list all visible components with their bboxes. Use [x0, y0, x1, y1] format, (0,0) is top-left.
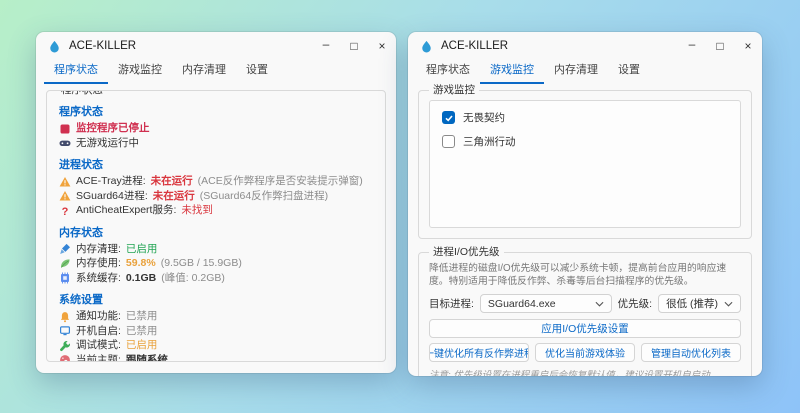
apply-io-priority-button[interactable]: 应用I/O优先级设置: [429, 319, 741, 339]
groupbox-label: 游戏监控: [429, 83, 479, 97]
status-item-sguard: SGuard64进程: 未在运行 (SGuard64反作弊扫盘进程): [59, 190, 373, 204]
io-priority-groupbox: 进程I/O优先级 降低进程的磁盘I/O优先级可以减少系统卡顿，提高前台应用的响应…: [418, 245, 752, 376]
status-item-ace-tray: ACE-Tray进程: 未在运行 (ACE反作弊程序是否安装提示弹窗): [59, 175, 373, 189]
tab-game-monitor[interactable]: 游戏监控: [480, 58, 544, 84]
tab-program-status[interactable]: 程序状态: [416, 58, 480, 84]
status-item-system-cache: 系统缓存: 0.1GB (峰值: 0.2GB): [59, 272, 373, 286]
tab-program-status[interactable]: 程序状态: [44, 58, 108, 84]
status-item-theme: 当前主题: 跟随系统: [59, 354, 373, 361]
status-item-autostart: 开机自启: 已禁用: [59, 325, 373, 339]
io-note: 注意: 优先级设置在进程重启后会恢复默认值，建议设置开机自启动: [429, 370, 710, 376]
game-list[interactable]: 无畏契约 三角洲行动: [429, 100, 741, 228]
groupbox-label: 进程I/O优先级: [429, 245, 504, 259]
chevron-down-icon: [595, 301, 604, 307]
section-heading-program: 程序状态: [59, 106, 103, 118]
section-heading-system-settings: 系统设置: [59, 294, 103, 306]
stop-icon: [59, 123, 71, 135]
status-item-anticheat-service: ? AntiCheatExpert服务: 未找到: [59, 204, 373, 218]
tab-memory-clean[interactable]: 内存清理: [544, 58, 608, 84]
palette-icon: [59, 354, 71, 361]
app-icon: [48, 40, 61, 53]
maximize-button[interactable]: □: [706, 32, 734, 60]
priority-select[interactable]: 很低 (推荐): [658, 294, 741, 314]
left-titlebar[interactable]: ACE-KILLER – □ ×: [36, 32, 396, 60]
right-tabbar: 程序状态 游戏监控 内存清理 设置: [408, 60, 762, 84]
priority-value: 很低 (推荐): [666, 298, 718, 311]
maximize-button[interactable]: □: [340, 32, 368, 60]
status-item-no-game: 无游戏运行中: [59, 137, 373, 151]
leaf-icon: [59, 258, 71, 270]
broom-icon: [59, 243, 71, 255]
chevron-down-icon: [724, 301, 733, 307]
game-monitor-groupbox: 游戏监控 无畏契约 三角洲行动: [418, 83, 752, 239]
tab-settings[interactable]: 设置: [236, 58, 278, 84]
warning-icon: [59, 190, 71, 202]
program-status-groupbox: 程序状态 程序状态 监控程序已停止 无游戏运行中 进程状态 ACE-Tray进程…: [46, 90, 386, 362]
priority-label: 优先级:: [617, 298, 653, 311]
right-titlebar[interactable]: ACE-KILLER – □ ×: [408, 32, 762, 60]
tab-settings[interactable]: 设置: [608, 58, 650, 84]
optimize-current-game-button[interactable]: 优化当前游戏体验: [535, 343, 635, 363]
minimize-button[interactable]: –: [312, 32, 340, 60]
optimize-all-anticheat-button[interactable]: 一键优化所有反作弊进程: [429, 343, 529, 363]
status-item-debug-mode: 调试模式: 已启用: [59, 339, 373, 353]
svg-text:?: ?: [62, 206, 69, 217]
target-process-label: 目标进程:: [429, 298, 474, 311]
left-window: ACE-KILLER – □ × 程序状态 游戏监控 内存清理 设置 程序状态 …: [36, 32, 396, 373]
section-heading-memory: 内存状态: [59, 226, 103, 239]
bell-icon: [59, 311, 71, 323]
checkbox-checked[interactable]: [442, 111, 455, 124]
window-title: ACE-KILLER: [69, 40, 137, 52]
status-item-notifications: 通知功能: 已禁用: [59, 310, 373, 324]
app-icon: [420, 40, 433, 53]
gamepad-icon: [59, 137, 71, 149]
status-item-monitor-stopped: 监控程序已停止: [59, 122, 373, 136]
status-item-memory-usage: 内存使用: 59.8% (9.5GB / 15.9GB): [59, 257, 373, 271]
section-heading-process: 进程状态: [59, 159, 103, 171]
wrench-icon: [59, 340, 71, 352]
groupbox-label: 程序状态: [57, 91, 107, 97]
io-description: 降低进程的磁盘I/O优先级可以减少系统卡顿，提高前台应用的响应速度。特别适用于降…: [429, 263, 727, 288]
close-button[interactable]: ×: [368, 32, 396, 60]
io-action-buttons: 一键优化所有反作弊进程 优化当前游戏体验 管理自动优化列表: [429, 343, 741, 363]
chip-icon: [59, 272, 71, 284]
manage-auto-optimize-list-button[interactable]: 管理自动优化列表: [641, 343, 741, 363]
right-window: ACE-KILLER – □ × 程序状态 游戏监控 内存清理 设置 游戏监控 …: [408, 32, 762, 376]
warning-icon: [59, 176, 71, 188]
game-item-delta-force[interactable]: 三角洲行动: [442, 134, 728, 149]
minimize-button[interactable]: –: [678, 32, 706, 60]
game-label: 三角洲行动: [463, 136, 516, 148]
game-item-valorant[interactable]: 无畏契约: [442, 110, 728, 125]
io-target-row: 目标进程: SGuard64.exe 优先级: 很低 (推荐): [429, 294, 741, 314]
target-process-value: SGuard64.exe: [487, 297, 556, 310]
status-item-memory-clean: 内存清理: 已启用: [59, 243, 373, 257]
monitor-icon: [59, 325, 71, 337]
left-tabbar: 程序状态 游戏监控 内存清理 设置: [36, 60, 396, 84]
close-button[interactable]: ×: [734, 32, 762, 60]
target-process-select[interactable]: SGuard64.exe: [479, 294, 612, 314]
checkbox-unchecked[interactable]: [442, 135, 455, 148]
question-icon: ?: [59, 205, 71, 217]
game-label: 无畏契约: [463, 112, 505, 124]
tab-memory-clean[interactable]: 内存清理: [172, 58, 236, 84]
window-title: ACE-KILLER: [441, 40, 509, 52]
tab-game-monitor[interactable]: 游戏监控: [108, 58, 172, 84]
